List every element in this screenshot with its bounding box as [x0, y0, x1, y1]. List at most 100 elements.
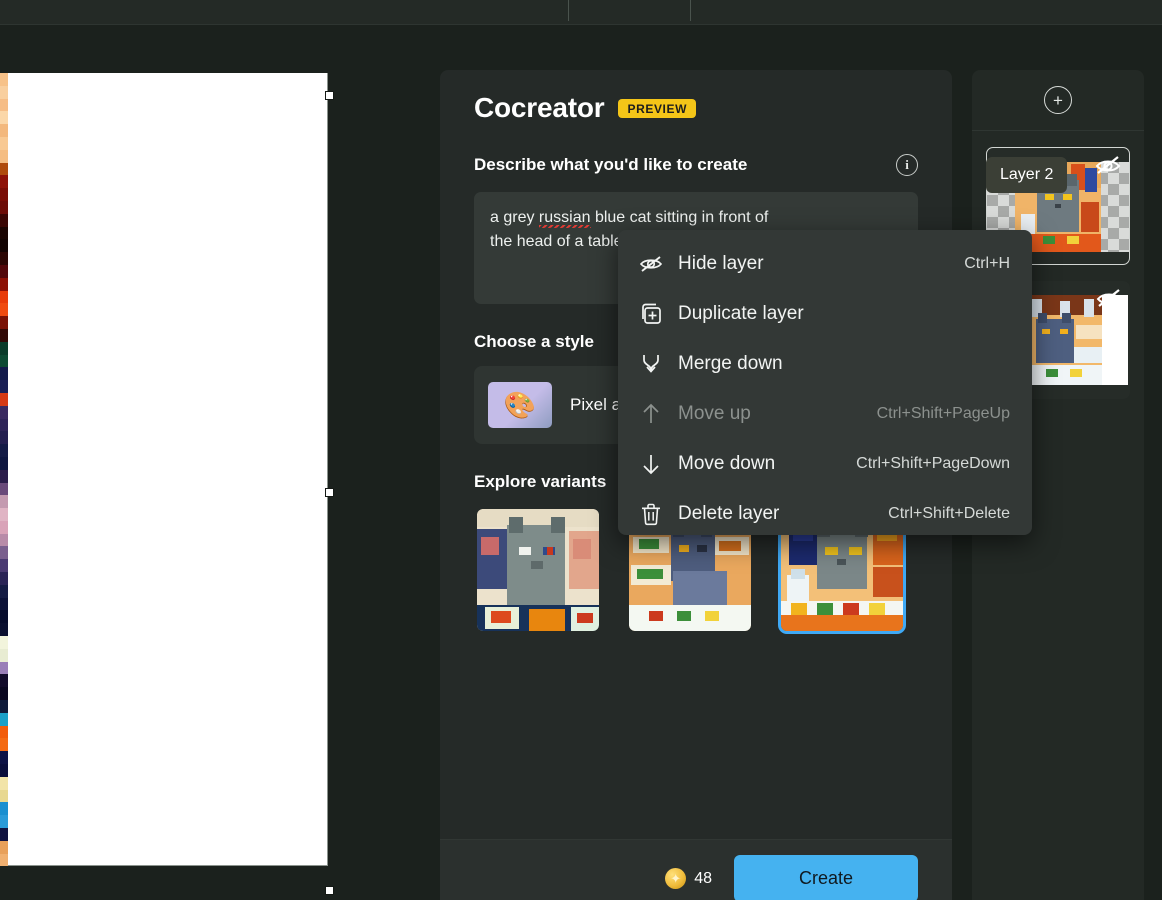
variant-thumbnail-1[interactable]	[474, 506, 602, 634]
menu-item-label: Move down	[678, 453, 856, 475]
canvas-pixel-row	[0, 662, 8, 675]
canvas-pixel-row	[0, 713, 8, 726]
canvas-image-strip	[0, 73, 8, 866]
canvas-pixel-row	[0, 303, 8, 316]
canvas-pixel-row	[0, 636, 8, 649]
canvas-pixel-row	[0, 111, 8, 124]
menu-item-shortcut: Ctrl+Shift+PageUp	[877, 405, 1010, 423]
canvas-pixel-row	[0, 828, 8, 841]
canvas-pixel-row	[0, 291, 8, 304]
layer-context-menu: Hide layerCtrl+HDuplicate layer Merge dow…	[618, 230, 1032, 535]
canvas-pixel-row	[0, 610, 8, 623]
canvas-pixel-row	[0, 483, 8, 496]
canvas-pixel-row	[0, 726, 8, 739]
menu-item-label: Merge down	[678, 353, 1010, 375]
canvas-pixel-row	[0, 546, 8, 559]
canvas-pixel-row	[0, 674, 8, 687]
credits-display: ✦ 48	[665, 868, 712, 889]
palette-icon: 🎨	[488, 382, 552, 428]
canvas-pixel-row	[0, 342, 8, 355]
canvas-pixel-row	[0, 188, 8, 201]
canvas-pixel-row	[0, 815, 8, 828]
canvas-pixel-row	[0, 227, 8, 240]
canvas-pixel-row	[0, 585, 8, 598]
canvas-pixel-row	[0, 137, 8, 150]
create-button[interactable]: Create	[734, 855, 918, 900]
canvas-pixel-row	[0, 316, 8, 329]
canvas-pixel-row	[0, 521, 8, 534]
canvas-pixel-row	[0, 802, 8, 815]
canvas-pixel-row	[0, 495, 8, 508]
canvas-pixel-row	[0, 265, 8, 278]
canvas-pixel-row	[0, 854, 8, 867]
menu-item-merge-down[interactable]: Merge down	[618, 339, 1032, 389]
misspelled-word: russian	[539, 209, 591, 228]
cocreator-header: Cocreator PREVIEW	[474, 92, 918, 124]
canvas-pixel-row	[0, 163, 8, 176]
canvas-pixel-row	[0, 329, 8, 342]
canvas-pixel-row	[0, 623, 8, 636]
canvas-pixel-row	[0, 86, 8, 99]
toolbar-separator-2	[690, 0, 691, 21]
layers-panel-header: +	[972, 70, 1144, 131]
canvas-pixel-row	[0, 457, 8, 470]
canvas-work-area[interactable]: Cocreator PREVIEW Describe what you'd li…	[0, 25, 1162, 900]
credits-count: 48	[694, 870, 712, 888]
canvas-pixel-row	[0, 572, 8, 585]
canvas-pixel-row	[0, 150, 8, 163]
prompt-line-1: a grey russian blue cat sitting in front…	[490, 206, 902, 230]
canvas-pixel-row	[0, 598, 8, 611]
canvas-pixel-row	[0, 431, 8, 444]
canvas-pixel-row	[0, 508, 8, 521]
menu-item-delete-layer[interactable]: Delete layerCtrl+Shift+Delete	[618, 489, 1032, 539]
canvas-pixel-row	[0, 700, 8, 713]
canvas-sheet[interactable]	[8, 73, 328, 866]
canvas-pixel-row	[0, 790, 8, 803]
menu-item-shortcut: Ctrl+H	[964, 255, 1010, 273]
menu-item-move-down[interactable]: Move downCtrl+Shift+PageDown	[618, 439, 1032, 489]
selection-handle-top-right[interactable]	[325, 91, 334, 100]
top-toolbar	[0, 0, 1162, 25]
canvas-pixel-row	[0, 175, 8, 188]
canvas-pixel-row	[0, 380, 8, 393]
canvas-pixel-row	[0, 406, 8, 419]
canvas-pixel-row	[0, 73, 8, 86]
canvas-pixel-row	[0, 777, 8, 790]
eye-off-icon[interactable]	[1094, 285, 1124, 311]
app-window: Cocreator PREVIEW Describe what you'd li…	[0, 0, 1162, 900]
selection-handle-bottom-right[interactable]	[325, 886, 334, 895]
plus-circle-icon[interactable]: +	[1044, 86, 1072, 114]
canvas-pixel-row	[0, 559, 8, 572]
describe-label-row: Describe what you'd like to create i	[474, 154, 918, 176]
canvas-pixel-row	[0, 201, 8, 214]
canvas-pixel-row	[0, 239, 8, 252]
canvas-pixel-row	[0, 124, 8, 137]
menu-item-duplicate-layer[interactable]: Duplicate layer	[618, 289, 1032, 339]
menu-item-shortcut: Ctrl+Shift+PageDown	[856, 455, 1010, 473]
selection-handle-middle-right[interactable]	[325, 488, 334, 497]
coin-sparkle-icon: ✦	[665, 868, 686, 889]
canvas-pixel-row	[0, 764, 8, 777]
canvas-pixel-row	[0, 751, 8, 764]
menu-item-shortcut: Ctrl+Shift+Delete	[888, 505, 1010, 523]
menu-item-hide-layer[interactable]: Hide layerCtrl+H	[618, 239, 1032, 289]
canvas-pixel-row	[0, 355, 8, 368]
canvas-pixel-row	[0, 99, 8, 112]
toolbar-separator-1	[568, 0, 569, 21]
image-canvas[interactable]	[0, 73, 328, 866]
canvas-pixel-row	[0, 419, 8, 432]
canvas-pixel-row	[0, 444, 8, 457]
layer-tooltip: Layer 2	[986, 157, 1067, 193]
describe-label: Describe what you'd like to create	[474, 155, 747, 175]
cocreator-footer: ✦ 48 Create	[440, 839, 952, 900]
merge-down-icon	[638, 352, 678, 376]
page-title: Cocreator	[474, 92, 604, 124]
trash-icon	[638, 502, 678, 526]
canvas-pixel-row	[0, 278, 8, 291]
eye-off-icon[interactable]	[1093, 152, 1123, 178]
info-icon[interactable]: i	[896, 154, 918, 176]
canvas-pixel-row	[0, 738, 8, 751]
menu-item-move-up: Move upCtrl+Shift+PageUp	[618, 389, 1032, 439]
duplicate-icon	[638, 302, 678, 326]
menu-item-label: Delete layer	[678, 503, 888, 525]
